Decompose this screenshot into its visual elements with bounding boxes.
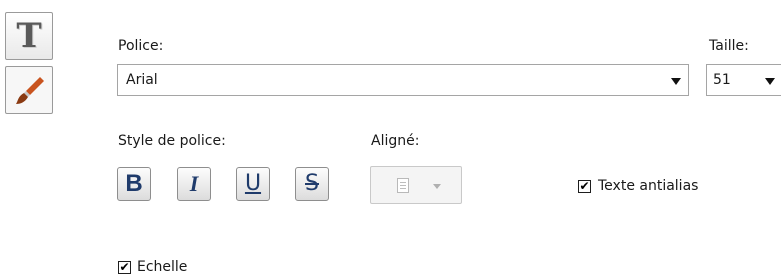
font-style-label: Style de police: (118, 133, 226, 149)
font-select[interactable]: Arial (117, 64, 689, 96)
text-tool-icon: T (16, 16, 42, 56)
align-dropdown[interactable] (370, 166, 462, 204)
font-label: Police: (118, 38, 164, 54)
chevron-down-icon (765, 78, 775, 85)
size-select[interactable]: 51 (706, 64, 781, 96)
antialias-label[interactable]: Texte antialias (598, 177, 698, 195)
underline-button[interactable]: U (236, 167, 270, 201)
align-left-icon (397, 178, 409, 193)
align-label: Aligné: (371, 133, 420, 149)
font-select-value: Arial (126, 72, 158, 88)
bold-button[interactable]: B (117, 167, 151, 201)
scale-label[interactable]: Echelle (137, 258, 187, 276)
italic-button[interactable]: I (177, 167, 211, 201)
chevron-down-icon (433, 184, 441, 189)
antialias-checkbox[interactable]: ✔ (578, 180, 591, 193)
chevron-down-icon (671, 78, 681, 85)
size-label: Taille: (709, 38, 749, 54)
size-select-value: 51 (713, 72, 731, 88)
brush-tool-button[interactable] (5, 66, 53, 114)
strikethrough-button[interactable]: S (295, 167, 329, 201)
brush-icon (16, 77, 44, 104)
scale-checkbox[interactable]: ✔ (118, 261, 131, 274)
text-tool-button[interactable]: T (5, 12, 53, 60)
